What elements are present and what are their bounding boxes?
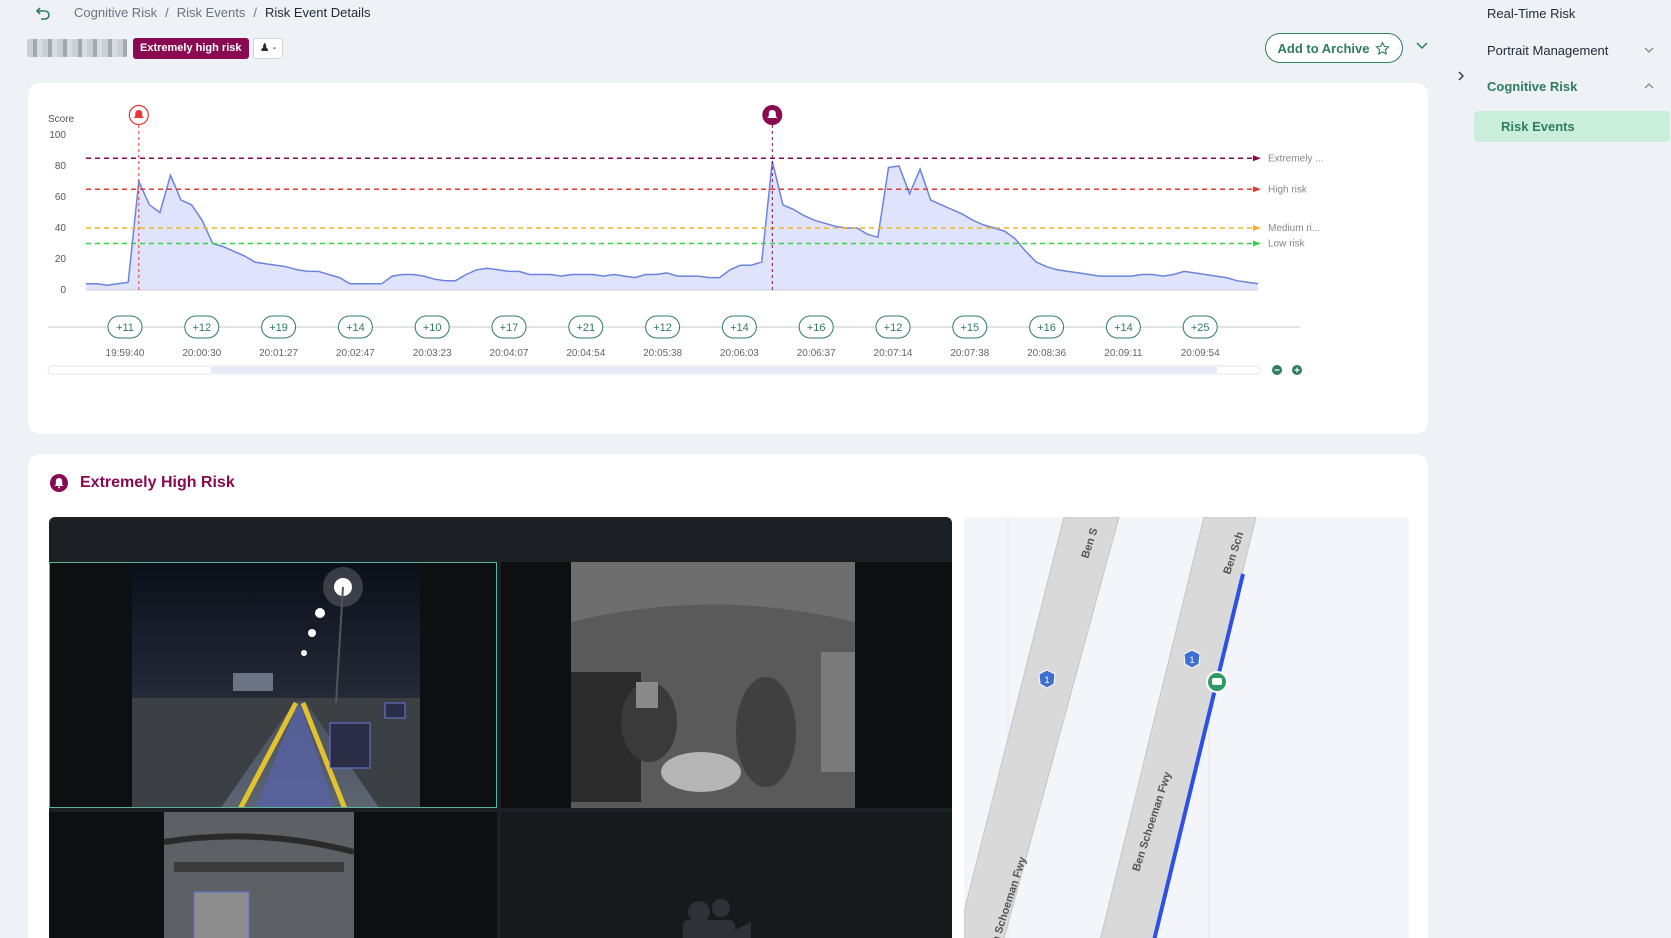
risk-score-chart: Score 0 20 40 60 80 100 Extremely ... High risk M…: [47, 104, 1324, 375]
timeline-count-label: +12: [653, 322, 672, 334]
svg-text:1: 1: [1189, 655, 1194, 665]
risk-level-badge: Extremely high risk: [133, 38, 249, 59]
timeline-count-label: +16: [1037, 322, 1056, 334]
timeline-time-label: 20:01:27: [259, 348, 298, 359]
sidebar-item-portrait-management[interactable]: Portrait Management: [1487, 43, 1608, 58]
add-to-archive-button[interactable]: Add to Archive: [1265, 33, 1403, 63]
timeline-time-label: 20:06:37: [797, 348, 836, 359]
timeline-time-label: 20:09:54: [1181, 348, 1220, 359]
threshold-arrow-icon: [1253, 155, 1261, 162]
timeline-count-label: +10: [423, 322, 442, 334]
timeline-count-label: +21: [576, 322, 595, 334]
driver-icon: ♟: [259, 42, 270, 54]
range-scrollbar-thumb: [211, 367, 1217, 373]
sidebar-item-cognitive-risk[interactable]: Cognitive Risk: [1487, 79, 1577, 94]
license-plate-redacted: [27, 39, 127, 57]
chevron-up-icon[interactable]: [1643, 80, 1655, 92]
timeline-count-label: +25: [1191, 322, 1210, 334]
breadcrumb-risk-events[interactable]: Risk Events: [177, 5, 246, 20]
threshold-arrow-icon: [1253, 225, 1261, 231]
breadcrumb-cognitive-risk[interactable]: Cognitive Risk: [74, 5, 157, 20]
y-tick-label: 60: [55, 192, 67, 203]
timeline-count-label: +17: [500, 322, 519, 334]
breadcrumb-separator: /: [165, 5, 169, 20]
star-icon: [1375, 40, 1391, 55]
timeline-time-label: 20:07:38: [950, 348, 989, 359]
threshold-label: Low risk: [1268, 239, 1306, 250]
threshold-label: Medium ri...: [1268, 223, 1320, 234]
event-title-text: Extremely High Risk: [80, 474, 235, 491]
chevron-right-icon[interactable]: [1455, 70, 1467, 82]
timeline-time-label: 20:05:38: [643, 348, 682, 359]
breadcrumb: Cognitive Risk / Risk Events / Risk Even…: [74, 5, 370, 20]
timeline-time-label: 20:03:23: [413, 348, 452, 359]
driver-chip[interactable]: ♟ -: [253, 38, 283, 59]
score-area: [86, 161, 1258, 290]
timeline-time-label: 20:09:11: [1104, 348, 1143, 359]
y-axis-label: Score: [48, 114, 75, 125]
video-panel: [49, 517, 952, 938]
threshold-label: High risk: [1268, 184, 1308, 195]
y-tick-label: 20: [55, 254, 67, 265]
timeline-count-label: +14: [730, 322, 749, 334]
y-tick-label: 40: [55, 223, 67, 234]
archive-label: Add to Archive: [1277, 40, 1370, 56]
chevron-down-icon[interactable]: [1415, 38, 1429, 52]
breadcrumb-current: Risk Event Details: [264, 5, 371, 20]
risk-score-chart-card: Score 0 20 40 60 80 100 Extremely ... High risk M…: [28, 83, 1428, 434]
timeline-count-label: +12: [192, 322, 211, 334]
route-shield-icon: 1: [1183, 649, 1201, 669]
y-tick-label: 0: [60, 285, 66, 296]
chevron-down-icon[interactable]: [1643, 44, 1655, 56]
vehicle-location-icon[interactable]: [1206, 671, 1228, 693]
route-shield-icon: 1: [1038, 669, 1056, 689]
video-road-camera[interactable]: [49, 562, 497, 808]
video-empty-channel: [501, 812, 952, 938]
video-driver-camera[interactable]: [49, 812, 497, 938]
video-cabin-camera[interactable]: [501, 562, 952, 808]
timeline-count-label: +16: [807, 322, 826, 334]
timeline-count-label: +14: [1114, 322, 1133, 334]
event-title: Extremely High Risk: [50, 474, 235, 492]
svg-text:1: 1: [1044, 675, 1049, 685]
y-tick-label: 100: [49, 130, 66, 141]
timeline-count-label: +19: [269, 322, 288, 334]
sidebar-item-real-time-risk[interactable]: Real-Time Risk: [1487, 6, 1575, 21]
timeline-time-label: 20:04:07: [490, 348, 529, 359]
timeline-time-label: 20:00:30: [182, 348, 221, 359]
timeline-time-label: 19:59:40: [106, 348, 145, 359]
sidebar-item-risk-events[interactable]: Risk Events: [1474, 111, 1670, 142]
threshold-arrow-icon: [1253, 240, 1261, 247]
event-detail-card: Extremely High Risk Ben S Ben Sch Ben Sc…: [28, 454, 1428, 938]
route-map[interactable]: Ben S Ben Sch Ben Schoeman Fwy Ben Schoe…: [964, 517, 1409, 938]
back-icon[interactable]: [34, 4, 52, 22]
timeline-count-label: +15: [960, 322, 979, 334]
timeline-count-label: +12: [884, 322, 903, 334]
video-camera-icon: [683, 899, 751, 938]
timeline-count-label: +11: [116, 322, 134, 334]
timeline-time-label: 20:02:47: [336, 348, 375, 359]
driver-name: -: [272, 42, 277, 54]
y-tick-label: 80: [55, 161, 67, 172]
bell-icon: [50, 474, 68, 492]
threshold-arrow-icon: [1253, 186, 1261, 193]
timeline-time-label: 20:06:03: [720, 348, 759, 359]
timeline-count-label: +14: [346, 322, 365, 334]
timeline-time-label: 20:07:14: [874, 348, 913, 359]
breadcrumb-separator: /: [253, 5, 257, 20]
timeline-time-label: 20:08:36: [1027, 348, 1066, 359]
threshold-label: Extremely ...: [1268, 153, 1324, 164]
timeline-time-label: 20:04:54: [566, 348, 605, 359]
